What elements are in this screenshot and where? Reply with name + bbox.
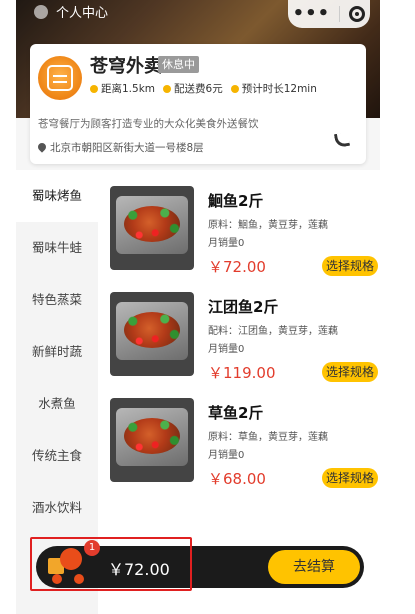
choose-spec-button[interactable]: 选择规格 [321,362,378,382]
phone-icon [333,131,351,149]
store-name: 苍穹外卖 [90,56,162,77]
category-item[interactable]: 蜀味烤鱼 [16,170,98,222]
category-item[interactable]: 酒水饮料 [16,482,98,534]
call-store-button[interactable] [328,126,356,154]
back-nav[interactable]: 个人中心 [34,2,108,21]
product-ingredients: 配料：江团鱼，黄豆芽，莲藕 [208,326,338,337]
phone-screen: 个人中心 ••• 苍穹外卖 休息中 距离1.5km 配送费6元 预计时长12mi… [16,0,380,614]
store-info-card: 苍穹外卖 休息中 距离1.5km 配送费6元 预计时长12min 苍穹餐厅为顾客… [30,44,366,164]
product-sales: 月销量0 [208,344,245,355]
distance-text: 距离1.5km [101,83,156,95]
product-price: ￥72.00 [208,258,266,276]
store-address: 北京市朝阳区新街大道一号楼8层 [36,140,204,155]
location-pin-icon [36,141,48,153]
choose-spec-button[interactable]: 选择规格 [321,256,378,276]
product-price: ￥68.00 [208,470,266,488]
cart-bar: 1 ￥72.00 去结算 [36,540,364,588]
logo-glyph-icon [47,65,73,91]
distance-icon [90,85,98,93]
product-image[interactable] [110,398,194,482]
back-icon [34,4,48,19]
more-icon[interactable]: ••• [293,5,331,23]
checkout-button[interactable]: 去结算 [268,550,360,584]
store-description: 苍穹餐厅为顾客打造专业的大众化美食外送餐饮 [38,118,259,130]
store-meta: 距离1.5km 配送费6元 预计时长12min [90,81,317,96]
product-price: ￥119.00 [208,364,276,382]
product-sales: 月销量0 [208,450,245,461]
delivery-fee-info: 配送费6元 [163,81,223,96]
category-item[interactable]: 蜀味牛蛙 [16,222,98,274]
product-name: 鮰鱼2斤 [208,192,264,210]
choose-spec-button[interactable]: 选择规格 [321,468,378,488]
category-item[interactable]: 特色蒸菜 [16,274,98,326]
product-name: 草鱼2斤 [208,404,264,422]
product-item[interactable]: 草鱼2斤 原料：草鱼，黄豆芽，莲藕 月销量0 ￥68.00 选择规格 [98,388,380,494]
eta-text: 预计时长12min [241,83,317,95]
capsule-divider [339,6,341,22]
store-logo [38,56,82,100]
product-name: 江团鱼2斤 [208,298,279,316]
status-badge: 休息中 [158,56,199,73]
store-address-text: 北京市朝阳区新街大道一号楼8层 [50,142,204,154]
category-item[interactable]: 水煮鱼 [16,378,98,430]
delivery-fee-text: 配送费6元 [174,83,223,95]
clock-icon [230,85,239,93]
product-item[interactable]: 鮰鱼2斤 原料：鮰鱼，黄豆芽，莲藕 月销量0 ￥72.00 选择规格 [98,176,380,282]
category-item[interactable]: 传统主食 [16,430,98,482]
product-item[interactable]: 江团鱼2斤 配料：江团鱼，黄豆芽，莲藕 月销量0 ￥119.00 选择规格 [98,282,380,388]
cart-total: ￥72.00 [108,560,170,579]
category-item[interactable]: 新鲜时蔬 [16,326,98,378]
mini-program-capsule: ••• [288,0,370,28]
cart-count-badge: 1 [84,540,100,556]
fee-icon [163,85,172,93]
product-ingredients: 原料：鮰鱼，黄豆芽，莲藕 [208,220,328,231]
product-image[interactable] [110,292,194,376]
product-sales: 月销量0 [208,238,245,249]
distance-info: 距离1.5km [90,81,155,96]
close-mini-program-icon[interactable] [349,6,366,22]
eta-info: 预计时长12min [230,81,317,96]
cart-icon[interactable] [42,540,88,586]
product-ingredients: 原料：草鱼，黄豆芽，莲藕 [208,432,328,443]
back-label: 个人中心 [56,6,109,21]
product-image[interactable] [110,186,194,270]
